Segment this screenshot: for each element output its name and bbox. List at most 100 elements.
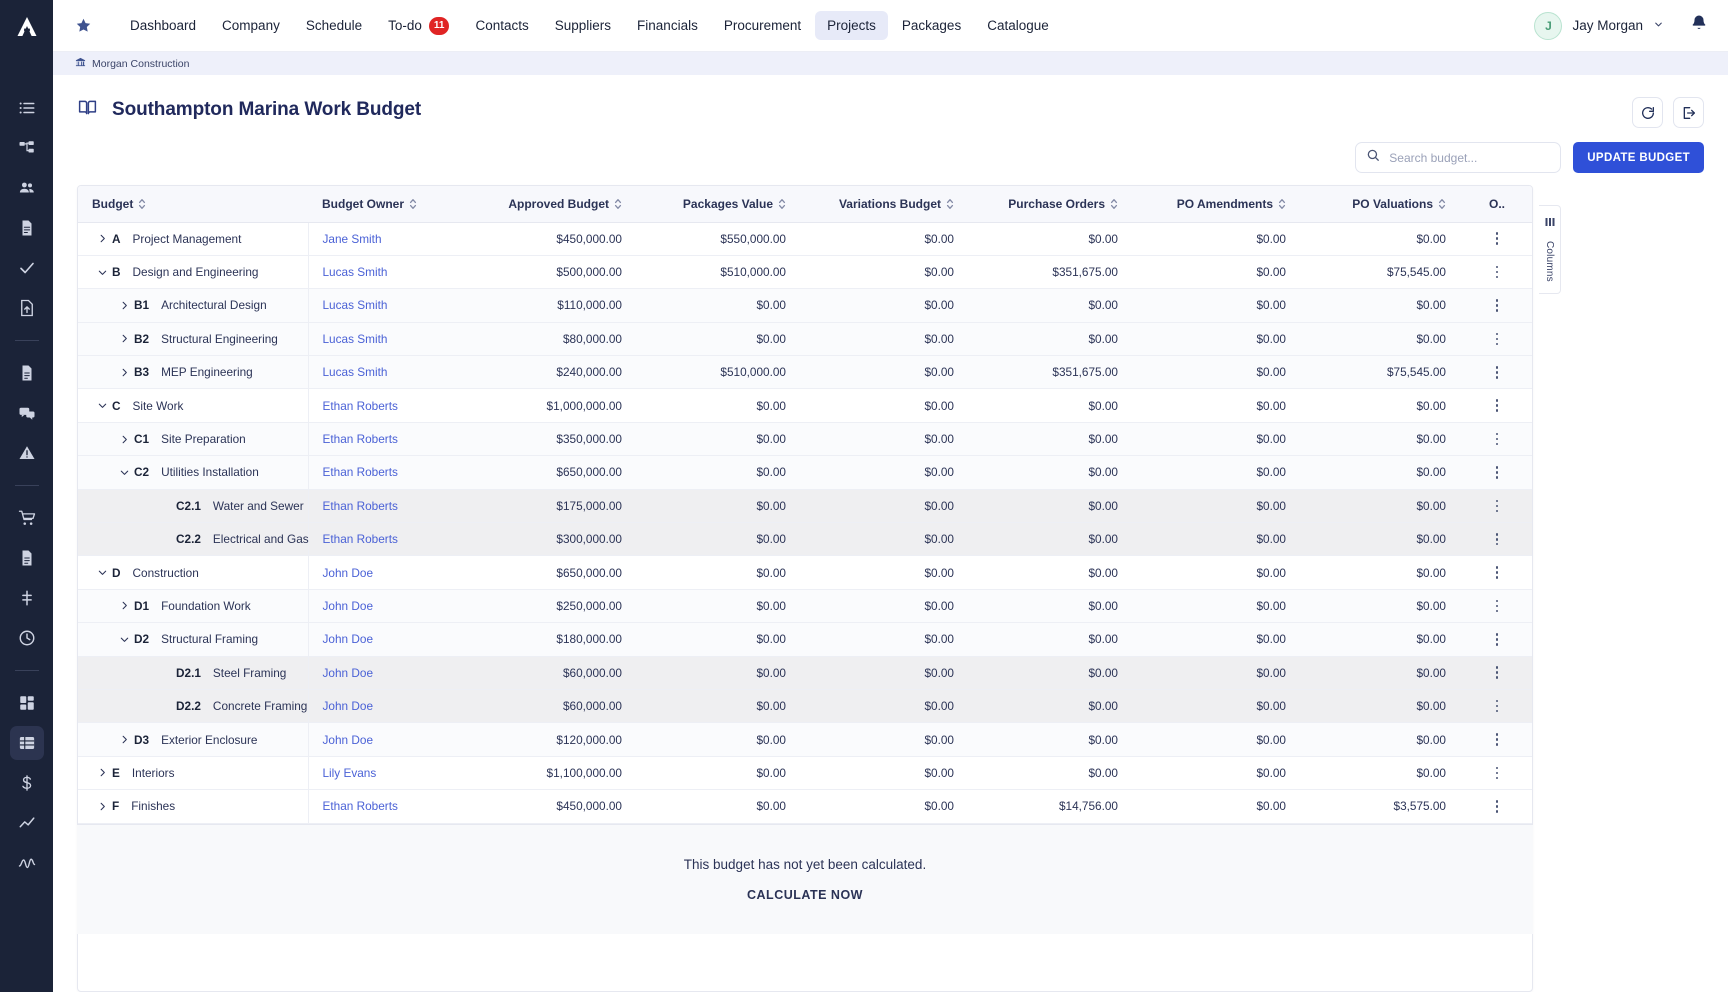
rail-item-people[interactable] xyxy=(10,171,44,205)
table-row[interactable]: C2.1Water and SewerEthan Roberts$175,000… xyxy=(78,489,1533,522)
nav-item-procurement[interactable]: Procurement xyxy=(712,11,813,40)
row-menu-icon[interactable] xyxy=(1466,666,1528,679)
row-menu-icon[interactable] xyxy=(1466,500,1528,513)
export-button[interactable] xyxy=(1673,97,1704,128)
table-row[interactable]: C2.2Electrical and GasEthan Roberts$300,… xyxy=(78,523,1533,556)
app-logo[interactable] xyxy=(0,0,53,53)
owner-link[interactable]: John Doe xyxy=(323,699,374,713)
owner-link[interactable]: Lucas Smith xyxy=(323,298,388,312)
row-menu-icon[interactable] xyxy=(1466,533,1528,546)
columns-panel-tab[interactable]: Columns xyxy=(1539,205,1561,294)
rail-item-file-lines[interactable] xyxy=(10,541,44,575)
row-menu-icon[interactable] xyxy=(1466,800,1528,813)
chevron-down-icon[interactable] xyxy=(92,567,112,578)
sort-toggle-icon[interactable] xyxy=(1110,198,1118,210)
owner-link[interactable]: Lucas Smith xyxy=(323,265,388,279)
column-header-poval[interactable]: PO Valuations xyxy=(1300,186,1460,222)
chevron-right-icon[interactable] xyxy=(114,600,134,611)
owner-link[interactable]: Lily Evans xyxy=(323,766,377,780)
owner-link[interactable]: Lucas Smith xyxy=(323,365,388,379)
rail-item-wave[interactable] xyxy=(10,846,44,880)
table-row[interactable]: DConstructionJohn Doe$650,000.00$0.00$0.… xyxy=(78,556,1533,589)
rail-item-document[interactable] xyxy=(10,211,44,245)
rail-item-table[interactable] xyxy=(10,726,44,760)
sort-toggle-icon[interactable] xyxy=(138,198,146,210)
row-menu-icon[interactable] xyxy=(1466,600,1528,613)
chevron-down-icon[interactable] xyxy=(92,267,112,278)
rail-item-grid[interactable] xyxy=(10,686,44,720)
rail-item-list[interactable] xyxy=(10,91,44,125)
table-row[interactable]: D3Exterior EnclosureJohn Doe$120,000.00$… xyxy=(78,723,1533,756)
chevron-right-icon[interactable] xyxy=(92,801,112,812)
owner-link[interactable]: John Doe xyxy=(323,599,374,613)
table-row[interactable]: FFinishesEthan Roberts$450,000.00$0.00$0… xyxy=(78,790,1533,823)
chevron-right-icon[interactable] xyxy=(114,367,134,378)
column-header-variations[interactable]: Variations Budget xyxy=(800,186,968,222)
nav-item-packages[interactable]: Packages xyxy=(890,11,973,40)
sort-toggle-icon[interactable] xyxy=(778,198,786,210)
refresh-button[interactable] xyxy=(1632,97,1663,128)
row-menu-icon[interactable] xyxy=(1466,333,1528,346)
row-menu-icon[interactable] xyxy=(1466,299,1528,312)
owner-link[interactable]: John Doe xyxy=(323,566,374,580)
rail-item-cart[interactable] xyxy=(10,501,44,535)
rail-item-trend[interactable] xyxy=(10,806,44,840)
user-menu[interactable]: J Jay Morgan xyxy=(1534,12,1664,40)
star-icon[interactable] xyxy=(75,17,92,34)
table-row[interactable]: D2.2Concrete FramingJohn Doe$60,000.00$0… xyxy=(78,689,1533,722)
owner-link[interactable]: John Doe xyxy=(323,733,374,747)
sort-toggle-icon[interactable] xyxy=(1438,198,1446,210)
row-menu-icon[interactable] xyxy=(1466,266,1528,279)
column-header-packages[interactable]: Packages Value xyxy=(636,186,800,222)
rail-item-dollar[interactable] xyxy=(10,766,44,800)
calculate-now-button[interactable]: CALCULATE NOW xyxy=(747,888,863,902)
chevron-right-icon[interactable] xyxy=(114,300,134,311)
row-menu-icon[interactable] xyxy=(1466,366,1528,379)
column-header-opts[interactable]: O.. xyxy=(1460,186,1533,222)
table-row[interactable]: B3MEP EngineeringLucas Smith$240,000.00$… xyxy=(78,356,1533,389)
chevron-down-icon[interactable] xyxy=(114,467,134,478)
breadcrumb[interactable]: Morgan Construction xyxy=(53,52,1728,75)
row-menu-icon[interactable] xyxy=(1466,433,1528,446)
owner-link[interactable]: Ethan Roberts xyxy=(323,465,398,479)
owner-link[interactable]: Lucas Smith xyxy=(323,332,388,346)
rail-item-chat[interactable] xyxy=(10,396,44,430)
nav-item-financials[interactable]: Financials xyxy=(625,11,710,40)
search-box[interactable] xyxy=(1355,142,1561,173)
row-menu-icon[interactable] xyxy=(1466,399,1528,412)
chevron-right-icon[interactable] xyxy=(114,734,134,745)
chevron-right-icon[interactable] xyxy=(92,767,112,778)
rail-item-check[interactable] xyxy=(10,251,44,285)
chevron-right-icon[interactable] xyxy=(114,434,134,445)
chevron-down-icon[interactable] xyxy=(114,634,134,645)
rail-item-clock[interactable] xyxy=(10,621,44,655)
owner-link[interactable]: Ethan Roberts xyxy=(323,532,398,546)
column-header-owner[interactable]: Budget Owner xyxy=(308,186,476,222)
nav-item-catalogue[interactable]: Catalogue xyxy=(975,11,1061,40)
table-row[interactable]: BDesign and EngineeringLucas Smith$500,0… xyxy=(78,255,1533,288)
nav-item-suppliers[interactable]: Suppliers xyxy=(543,11,623,40)
row-menu-icon[interactable] xyxy=(1466,232,1528,245)
table-row[interactable]: EInteriorsLily Evans$1,100,000.00$0.00$0… xyxy=(78,756,1533,789)
row-menu-icon[interactable] xyxy=(1466,566,1528,579)
row-menu-icon[interactable] xyxy=(1466,466,1528,479)
table-row[interactable]: C2Utilities InstallationEthan Roberts$65… xyxy=(78,456,1533,489)
sort-toggle-icon[interactable] xyxy=(946,198,954,210)
rail-item-file-upload[interactable] xyxy=(10,291,44,325)
column-header-po[interactable]: Purchase Orders xyxy=(968,186,1132,222)
nav-item-schedule[interactable]: Schedule xyxy=(294,11,374,40)
table-row[interactable]: D2.1Steel FramingJohn Doe$60,000.00$0.00… xyxy=(78,656,1533,689)
sort-toggle-icon[interactable] xyxy=(409,198,417,210)
owner-link[interactable]: Ethan Roberts xyxy=(323,399,398,413)
column-header-budget[interactable]: Budget xyxy=(78,186,308,222)
column-header-approved[interactable]: Approved Budget xyxy=(476,186,636,222)
nav-item-contacts[interactable]: Contacts xyxy=(463,11,540,40)
chevron-right-icon[interactable] xyxy=(92,233,112,244)
nav-item-company[interactable]: Company xyxy=(210,11,292,40)
nav-item-projects[interactable]: Projects xyxy=(815,11,888,40)
nav-item-dashboard[interactable]: Dashboard xyxy=(118,11,208,40)
nav-item-to-do[interactable]: To-do11 xyxy=(376,10,461,42)
search-input[interactable] xyxy=(1389,151,1550,165)
row-menu-icon[interactable] xyxy=(1466,700,1528,713)
chevron-right-icon[interactable] xyxy=(114,333,134,344)
